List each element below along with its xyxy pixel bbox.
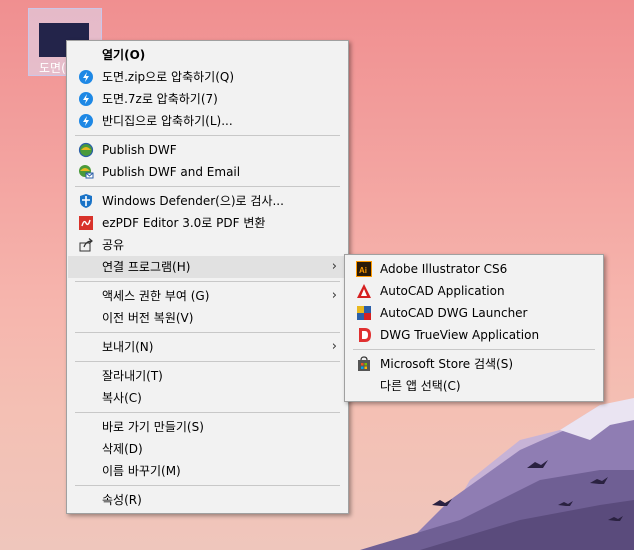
menu-item-label: ezPDF Editor 3.0로 PDF 변환: [102, 216, 266, 230]
menu-item-label: Publish DWF and Email: [102, 165, 241, 179]
menu-item-label: 도면.7z로 압축하기(7): [102, 92, 218, 106]
menu-item-label: 복사(C): [102, 391, 142, 405]
menu-item-publish-dwf-email[interactable]: Publish DWF and Email: [68, 161, 347, 183]
dwg-launcher-icon: [357, 306, 371, 320]
menu-item-grant-access[interactable]: 액세스 권한 부여 (G) ›: [68, 285, 347, 307]
menu-item-label: 열기(O): [102, 48, 146, 62]
dwg-trueview-icon: [359, 328, 371, 342]
menu-item-label: 연결 프로그램(H): [102, 260, 191, 274]
menu-item-delete[interactable]: 삭제(D): [68, 438, 347, 460]
bandizip-icon: [79, 70, 93, 84]
dwf-email-icon: [79, 165, 94, 179]
context-menu: 열기(O) 도면.zip으로 압축하기(Q) 도면.7z로 압축하기(7) 반디…: [66, 40, 349, 514]
menu-item-label: 도면.zip으로 압축하기(Q): [102, 70, 235, 84]
menu-item-ezpdf[interactable]: ezPDF Editor 3.0로 PDF 변환: [68, 212, 347, 234]
menu-separator: [75, 186, 340, 187]
chevron-right-icon: ›: [331, 288, 337, 303]
menu-item-label: 이전 버전 복원(V): [102, 311, 194, 325]
defender-shield-icon: [80, 194, 92, 208]
submenu-item-label: DWG TrueView Application: [380, 328, 540, 342]
menu-item-properties[interactable]: 속성(R): [68, 489, 347, 511]
menu-item-restore-versions[interactable]: 이전 버전 복원(V): [68, 307, 347, 329]
submenu-item-label: AutoCAD Application: [380, 284, 505, 298]
menu-item-label: 바로 가기 만들기(S): [102, 420, 204, 434]
svg-text:Ai: Ai: [359, 266, 367, 275]
menu-separator: [75, 361, 340, 362]
menu-item-defender-scan[interactable]: Windows Defender(으)로 검사...: [68, 190, 347, 212]
submenu-item-label: AutoCAD DWG Launcher: [380, 306, 528, 320]
bandizip-icon: [79, 114, 93, 128]
bandizip-icon: [79, 92, 93, 106]
illustrator-icon: Ai: [356, 261, 372, 277]
menu-item-label: Publish DWF: [102, 143, 177, 157]
submenu-item-choose-app[interactable]: 다른 앱 선택(C): [346, 375, 602, 397]
submenu-item-dwg-trueview[interactable]: DWG TrueView Application: [346, 324, 602, 346]
menu-item-zip[interactable]: 도면.zip으로 압축하기(Q): [68, 66, 347, 88]
submenu-item-illustrator[interactable]: Ai Adobe Illustrator CS6: [346, 258, 602, 280]
menu-item-label: 이름 바꾸기(M): [102, 464, 181, 478]
open-with-submenu: Ai Adobe Illustrator CS6 AutoCAD Applica…: [344, 254, 604, 402]
submenu-item-label: 다른 앱 선택(C): [380, 379, 461, 393]
dwf-icon: [78, 142, 94, 158]
menu-separator: [75, 412, 340, 413]
menu-separator: [75, 485, 340, 486]
submenu-item-store-search[interactable]: Microsoft Store 검색(S): [346, 353, 602, 375]
menu-item-cut[interactable]: 잘라내기(T): [68, 365, 347, 387]
menu-separator: [75, 332, 340, 333]
ezpdf-icon: [79, 216, 93, 230]
submenu-separator: [353, 349, 595, 350]
autocad-icon: [357, 284, 371, 298]
menu-item-label: 속성(R): [102, 493, 142, 507]
submenu-item-label: Microsoft Store 검색(S): [380, 357, 514, 371]
menu-item-send-to[interactable]: 보내기(N) ›: [68, 336, 347, 358]
menu-item-label: Windows Defender(으)로 검사...: [102, 194, 284, 208]
submenu-item-dwg-launcher[interactable]: AutoCAD DWG Launcher: [346, 302, 602, 324]
menu-item-bandizip[interactable]: 반디집으로 압축하기(L)...: [68, 110, 347, 132]
menu-separator: [75, 281, 340, 282]
menu-item-label: 반디집으로 압축하기(L)...: [102, 114, 233, 128]
menu-item-label: 액세스 권한 부여 (G): [102, 289, 210, 303]
menu-item-label: 공유: [102, 238, 125, 252]
menu-item-copy[interactable]: 복사(C): [68, 387, 347, 409]
menu-item-create-shortcut[interactable]: 바로 가기 만들기(S): [68, 416, 347, 438]
submenu-item-label: Adobe Illustrator CS6: [380, 262, 508, 276]
store-icon: [358, 356, 370, 371]
chevron-right-icon: ›: [331, 339, 337, 354]
menu-item-rename[interactable]: 이름 바꾸기(M): [68, 460, 347, 482]
menu-item-open-with[interactable]: 연결 프로그램(H) ›: [68, 256, 347, 278]
menu-item-label: 잘라내기(T): [102, 369, 163, 383]
menu-item-open[interactable]: 열기(O): [68, 44, 347, 66]
menu-item-label: 보내기(N): [102, 340, 154, 354]
desktop-file-label: 도면(: [39, 61, 66, 75]
menu-item-label: 삭제(D): [102, 442, 143, 456]
menu-item-share[interactable]: 공유: [68, 234, 347, 256]
share-icon: [79, 238, 93, 252]
menu-separator: [75, 135, 340, 136]
chevron-right-icon: ›: [331, 259, 337, 274]
menu-item-publish-dwf[interactable]: Publish DWF: [68, 139, 347, 161]
menu-item-7z[interactable]: 도면.7z로 압축하기(7): [68, 88, 347, 110]
submenu-item-autocad[interactable]: AutoCAD Application: [346, 280, 602, 302]
